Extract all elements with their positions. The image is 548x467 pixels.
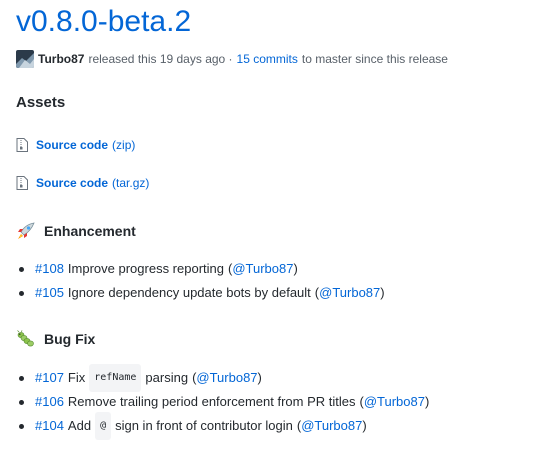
- pr-link[interactable]: #105: [35, 281, 64, 305]
- bullet: [19, 375, 24, 381]
- item-text: Ignore dependency update bots by default: [67, 285, 311, 300]
- item-text: Improve progress reporting: [67, 261, 224, 276]
- author-link[interactable]: @Turbo87: [364, 390, 425, 414]
- paren-close: ): [257, 370, 262, 385]
- item-text: sign in front of contributor login: [115, 418, 293, 433]
- pr-link[interactable]: #108: [35, 257, 64, 281]
- section-title: Bug Fix: [44, 331, 96, 347]
- bug-fix-list: #107 Fix refName parsing (@Turbo87) #106…: [16, 364, 429, 440]
- asset-source-targz[interactable]: Source code (tar.gz): [16, 176, 149, 190]
- list-item: #108 Improve progress reporting (@Turbo8…: [16, 257, 385, 281]
- release-author[interactable]: Turbo87: [38, 52, 84, 66]
- paren-close: ): [293, 261, 298, 276]
- asset-ext: (tar.gz): [112, 176, 150, 190]
- section-heading-bug-fix: Bug Fix: [16, 330, 95, 348]
- release-meta: Turbo87 released this 19 days ago · 15 c…: [16, 50, 448, 68]
- asset-name: Source code: [36, 138, 109, 152]
- item-text: Fix: [67, 370, 86, 385]
- inline-code: @: [95, 412, 112, 440]
- list-item: #106 Remove trailing period enforcement …: [16, 390, 429, 414]
- paren-close: ): [424, 394, 430, 409]
- list-item: #105 Ignore dependency update bots by de…: [16, 281, 385, 305]
- file-zip-icon: [16, 176, 28, 190]
- inline-code: refName: [89, 364, 142, 392]
- release-page: v0.8.0-beta.2 Turbo87 released this 19 d…: [0, 0, 548, 467]
- paren-close: ): [362, 418, 367, 433]
- list-item: #107 Fix refName parsing (@Turbo87): [16, 364, 429, 392]
- pr-link[interactable]: #104: [35, 414, 64, 438]
- asset-name: Source code: [36, 176, 109, 190]
- asset-source-zip[interactable]: Source code (zip): [16, 138, 135, 152]
- bullet: [19, 290, 24, 296]
- pr-link[interactable]: #106: [35, 390, 64, 414]
- section-title: Enhancement: [44, 223, 136, 239]
- author-link[interactable]: @Turbo87: [319, 281, 380, 305]
- commits-link[interactable]: 15 commits: [237, 52, 298, 66]
- list-item: #104 Add @ sign in front of contributor …: [16, 412, 429, 440]
- item-text: Remove trailing period enforcement from …: [67, 394, 356, 409]
- enhancement-list: #108 Improve progress reporting (@Turbo8…: [16, 257, 385, 305]
- bullet: [19, 399, 24, 405]
- avatar[interactable]: [16, 50, 34, 68]
- item-text: parsing: [145, 370, 189, 385]
- assets-heading: Assets: [16, 94, 66, 111]
- rocket-icon: [16, 222, 36, 240]
- pr-link[interactable]: #107: [35, 366, 64, 390]
- bullet: [19, 423, 24, 429]
- author-link[interactable]: @Turbo87: [232, 257, 293, 281]
- bullet: [19, 266, 24, 272]
- section-heading-enhancement: Enhancement: [16, 222, 136, 240]
- item-text: Add: [67, 418, 92, 433]
- file-zip-icon: [16, 138, 28, 152]
- author-link[interactable]: @Turbo87: [301, 414, 362, 438]
- release-time-text: released this 19 days ago ·: [88, 52, 233, 66]
- commits-suffix: to master since this release: [301, 52, 448, 66]
- paren-close: ): [380, 285, 385, 300]
- asset-ext: (zip): [112, 138, 136, 152]
- release-title[interactable]: v0.8.0-beta.2: [16, 2, 191, 42]
- author-link[interactable]: @Turbo87: [196, 366, 257, 390]
- bug-icon: [16, 330, 36, 348]
